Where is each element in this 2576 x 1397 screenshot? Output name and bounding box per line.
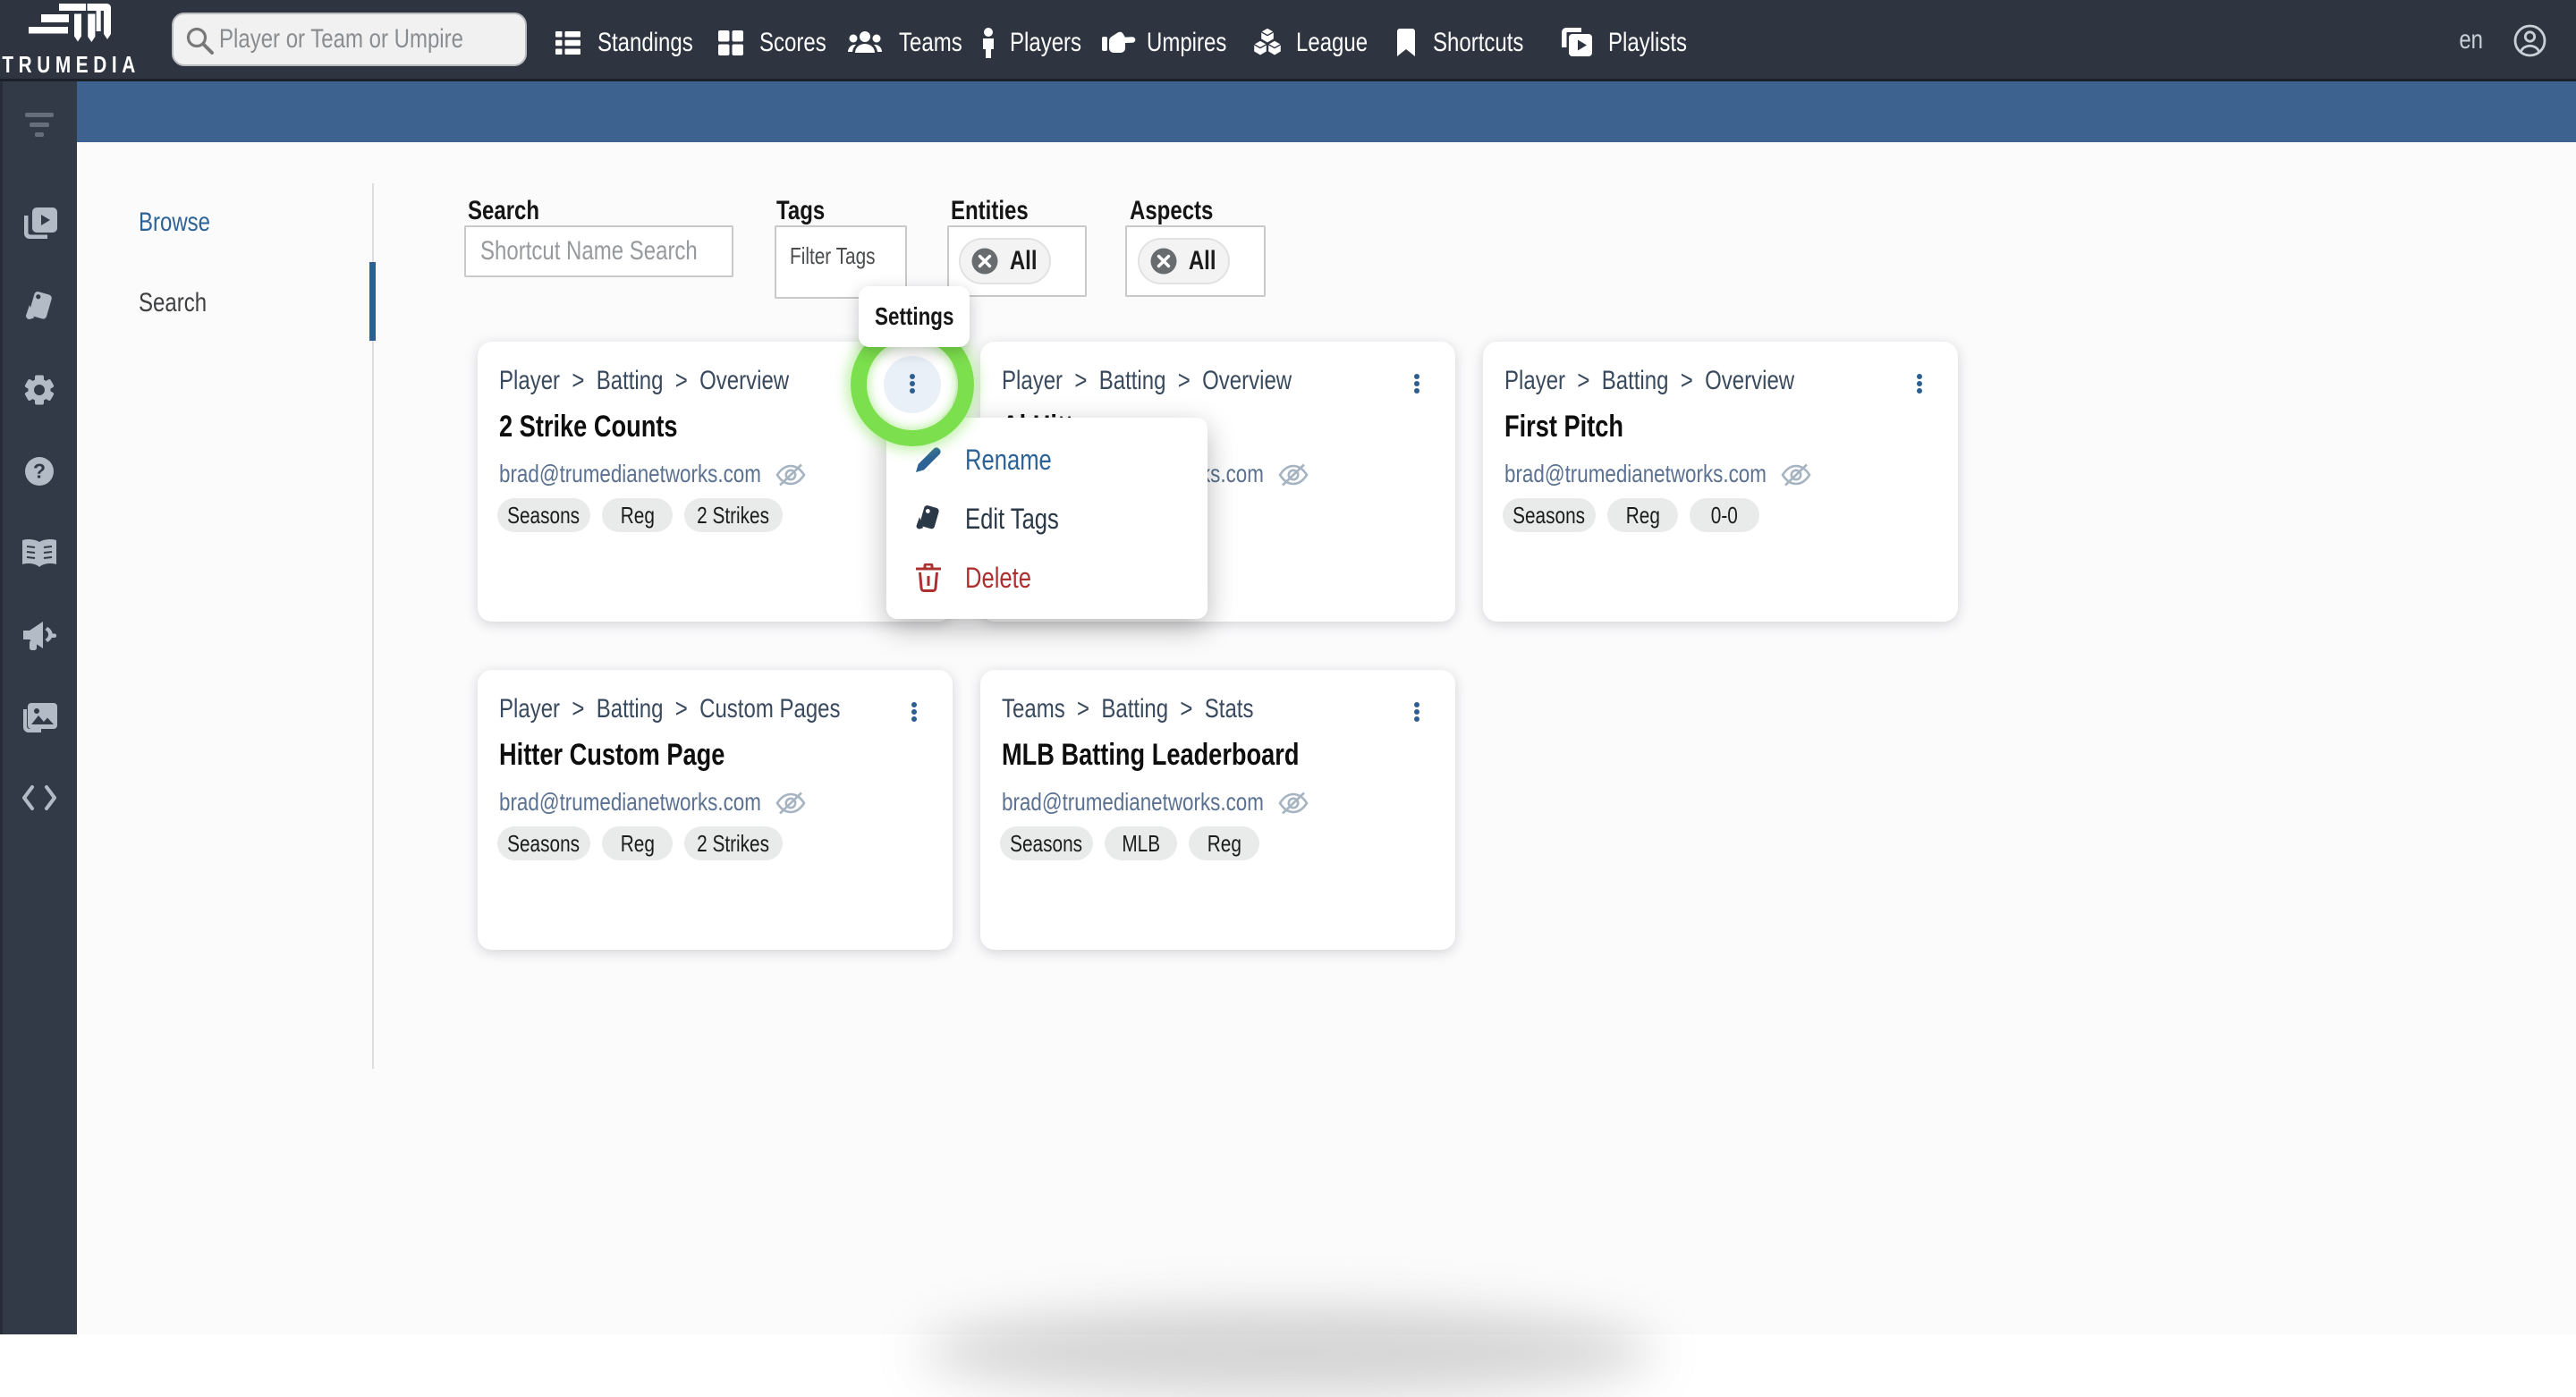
- svg-text:?: ?: [33, 460, 46, 483]
